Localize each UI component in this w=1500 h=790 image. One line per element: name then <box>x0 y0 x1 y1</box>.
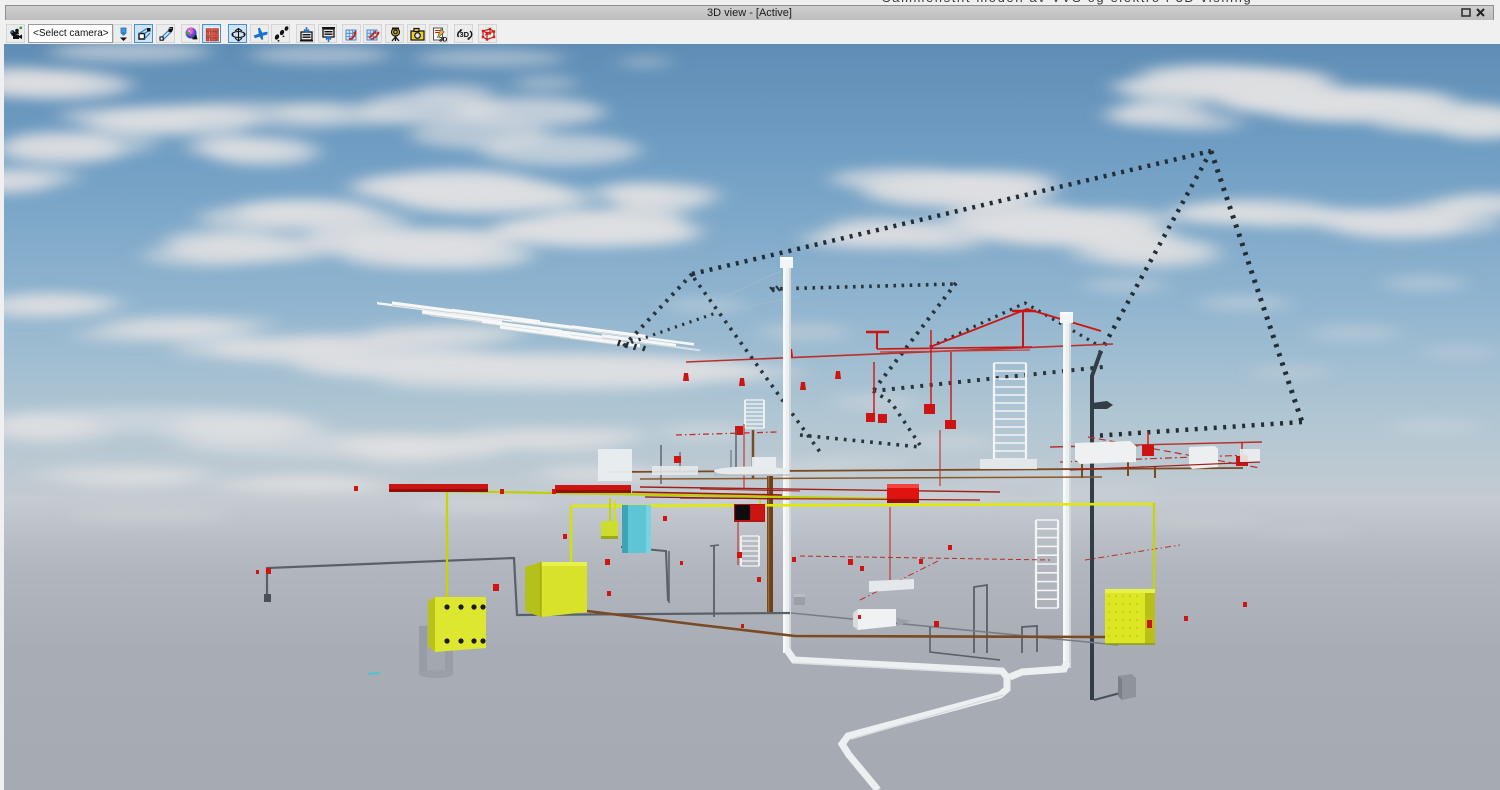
svg-text:3D: 3D <box>439 37 448 44</box>
